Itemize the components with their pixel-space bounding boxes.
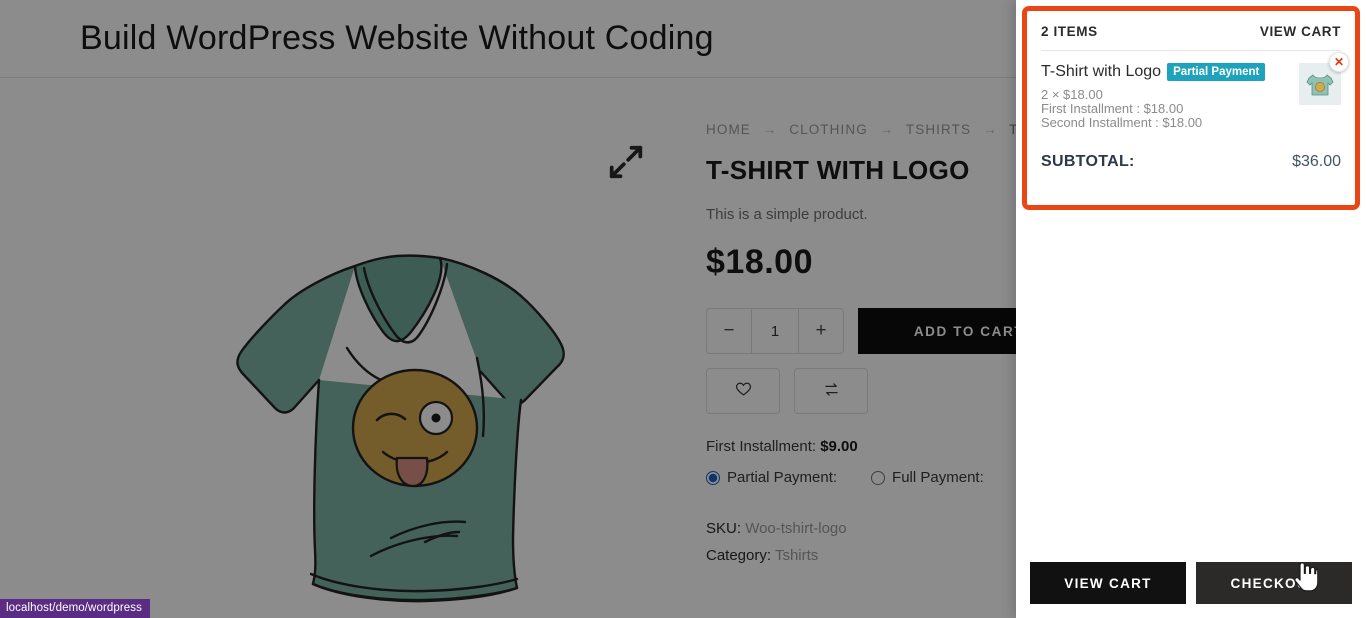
sku-value: Woo-tshirt-logo <box>745 520 847 537</box>
subtotal-value: $36.00 <box>1292 153 1341 171</box>
payment-option-partial[interactable]: Partial Payment: <box>706 469 837 486</box>
status-badge: Partial Payment <box>1167 63 1266 82</box>
payment-option-full[interactable]: Full Payment: <box>871 469 984 486</box>
category-label: Category: <box>706 547 772 564</box>
mini-cart-spacer <box>1016 216 1366 562</box>
compare-icon <box>822 380 841 402</box>
heart-icon <box>734 380 753 402</box>
mini-cart-highlight-box: 2 ITEMS VIEW CART T-Shirt with Logo Part… <box>1022 6 1360 210</box>
quantity-decrease-button[interactable]: − <box>707 309 752 353</box>
first-installment-label: First Installment: <box>706 438 817 455</box>
quantity-increase-button[interactable]: + <box>798 309 843 353</box>
mini-cart-header: 2 ITEMS VIEW CART <box>1041 21 1341 51</box>
view-cart-button[interactable]: VIEW CART <box>1030 562 1186 604</box>
mini-cart-panel: 2 ITEMS VIEW CART T-Shirt with Logo Part… <box>1016 0 1366 618</box>
cart-item-second-installment: Second Installment : $18.00 <box>1041 114 1203 130</box>
cart-line-item-pricing: 2 × $18.00 First Installment : $18.00 Se… <box>1041 88 1293 129</box>
product-gallery <box>125 118 670 618</box>
mini-cart-actions: VIEW CART CHECKOUT <box>1016 562 1366 618</box>
cart-subtotal-row: SUBTOTAL: $36.00 <box>1041 153 1341 171</box>
full-payment-radio[interactable] <box>871 470 886 485</box>
breadcrumb-separator-icon: → <box>762 122 778 137</box>
cart-item-qty-price: 2 × $18.00 <box>1041 87 1103 103</box>
breadcrumb-item-home[interactable]: HOME <box>706 122 751 137</box>
expand-arrows-icon[interactable] <box>604 140 648 184</box>
product-image[interactable] <box>125 118 670 618</box>
site-title: Build WordPress Website Without Coding <box>80 19 714 57</box>
remove-item-button[interactable]: ✕ <box>1329 52 1349 72</box>
view-cart-link[interactable]: VIEW CART <box>1260 24 1341 39</box>
breadcrumb-separator-icon: → <box>982 122 998 137</box>
cart-item-thumbnail-wrap: ✕ <box>1299 52 1349 129</box>
partial-payment-radio[interactable] <box>706 470 720 485</box>
cart-item-name[interactable]: T-Shirt with Logo <box>1041 63 1161 81</box>
cart-items-count: 2 ITEMS <box>1041 24 1098 39</box>
status-bar-url: localhost/demo/wordpress <box>0 599 150 618</box>
quantity-stepper[interactable]: − + <box>706 308 844 354</box>
compare-button[interactable] <box>794 368 868 414</box>
first-installment-value: $9.00 <box>820 438 858 455</box>
cart-line-item: T-Shirt with Logo Partial Payment 2 × $1… <box>1041 51 1349 129</box>
sku-label: SKU: <box>706 520 742 537</box>
category-link[interactable]: Tshirts <box>775 547 818 564</box>
cart-line-item-title-row: T-Shirt with Logo Partial Payment <box>1041 63 1293 82</box>
quantity-input[interactable] <box>752 309 798 353</box>
breadcrumb-item-clothing[interactable]: CLOTHING <box>789 122 868 137</box>
subtotal-label: SUBTOTAL: <box>1041 153 1135 171</box>
screen: Build WordPress Website Without Coding H… <box>0 0 1366 618</box>
checkout-button[interactable]: CHECKOUT <box>1196 562 1352 604</box>
breadcrumb-item-tshirts[interactable]: TSHIRTS <box>906 122 971 137</box>
wishlist-button[interactable] <box>706 368 780 414</box>
breadcrumb-separator-icon: → <box>879 122 895 137</box>
cart-line-item-details: T-Shirt with Logo Partial Payment 2 × $1… <box>1041 63 1299 129</box>
partial-payment-label: Partial Payment: <box>727 469 838 486</box>
cart-item-first-installment: First Installment : $18.00 <box>1041 100 1184 116</box>
full-payment-label: Full Payment: <box>892 469 984 486</box>
